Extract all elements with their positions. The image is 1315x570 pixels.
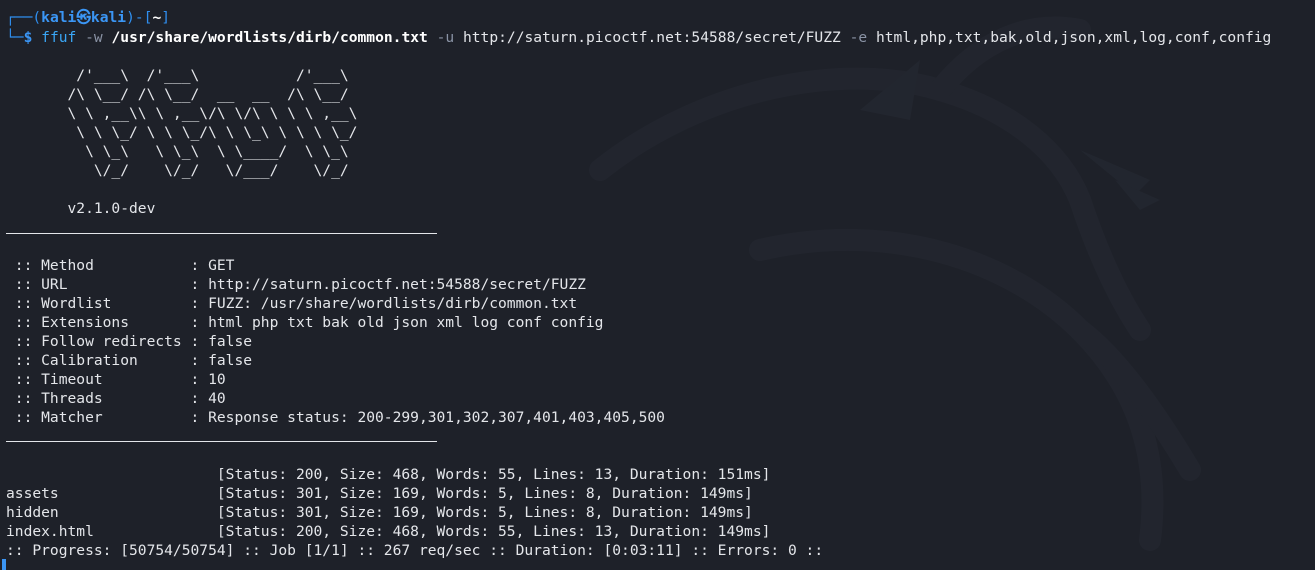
prompt-user: kali <box>41 9 77 26</box>
config-line-calibration: :: Calibration : false <box>6 352 253 369</box>
banner-line: /\ \__/ /\ \__/ __ __ /\ \__/ <box>6 86 411 103</box>
command-flag-w: -w <box>85 29 103 46</box>
config-line-url: :: URL : http://saturn.picoctf.net:54588… <box>6 276 586 293</box>
prompt-corner-bottom: └─ <box>6 29 24 46</box>
command-flag-e: -e <box>849 29 868 46</box>
command-url: http://saturn.picoctf.net:54588/secret/F… <box>462 29 841 46</box>
banner-line: \ \_\ \ \_\ \ \____/ \ \_\ <box>6 143 411 160</box>
divider-bottom <box>6 441 437 442</box>
command-extensions: html,php,txt,bak,old,json,xml,log,conf,c… <box>875 29 1272 46</box>
prompt-host: kali <box>90 9 127 26</box>
banner-line: \ \ \_/ \ \ \_/\ \ \_\ \ \ \ \_/ <box>6 124 411 141</box>
result-row: hidden [Status: 301, Size: 169, Words: 5… <box>6 504 753 521</box>
command-line[interactable]: └─$ ffuf -w /usr/share/wordlists/dirb/co… <box>6 28 1271 47</box>
result-row: assets [Status: 301, Size: 169, Words: 5… <box>6 485 753 502</box>
prompt-end: ] <box>161 9 171 26</box>
config-line-method: :: Method : GET <box>6 257 235 274</box>
command-binary: ffuf <box>41 29 77 46</box>
terminal-cursor <box>2 559 6 570</box>
prompt-cwd: ~ <box>152 9 162 26</box>
prompt-mid: )-[ <box>126 9 153 26</box>
banner-line: \/_/ \/_/ \/___/ \/_/ <box>6 162 411 179</box>
result-row: index.html [Status: 200, Size: 468, Word… <box>6 523 771 540</box>
command-wordlist: /usr/share/wordlists/dirb/common.txt <box>111 29 428 46</box>
config-line-follow-redirects: :: Follow redirects : false <box>6 333 253 350</box>
divider-top <box>6 233 437 234</box>
prompt-corner-top: ┌──( <box>6 9 42 26</box>
config-line-timeout: :: Timeout : 10 <box>6 371 226 388</box>
progress-line: :: Progress: [50754/50754] :: Job [1/1] … <box>6 542 824 559</box>
config-line-threads: :: Threads : 40 <box>6 390 226 407</box>
banner-line: \ \ ,__\\ \ ,__\/\ \/\ \ \ \ ,__\ <box>6 105 411 122</box>
prompt-dollar: $ <box>23 29 33 46</box>
config-line-wordlist: :: Wordlist : FUZZ: /usr/share/wordlists… <box>6 295 578 312</box>
terminal-window[interactable]: ┌──(kali㉿kali)-[~] └─$ ffuf -w /usr/shar… <box>0 0 1315 570</box>
result-row: [Status: 200, Size: 468, Words: 55, Line… <box>6 466 771 483</box>
banner-line: /'___\ /'___\ /'___\ <box>6 67 411 84</box>
version-text: v2.1.0-dev <box>6 200 156 217</box>
config-line-matcher: :: Matcher : Response status: 200-299,30… <box>6 409 665 426</box>
prompt-header: ┌──(kali㉿kali)-[~] <box>6 8 170 27</box>
command-flag-u: -u <box>436 29 455 46</box>
prompt-at-symbol: ㉿ <box>76 9 91 26</box>
config-line-extensions: :: Extensions : html php txt bak old jso… <box>6 314 604 331</box>
